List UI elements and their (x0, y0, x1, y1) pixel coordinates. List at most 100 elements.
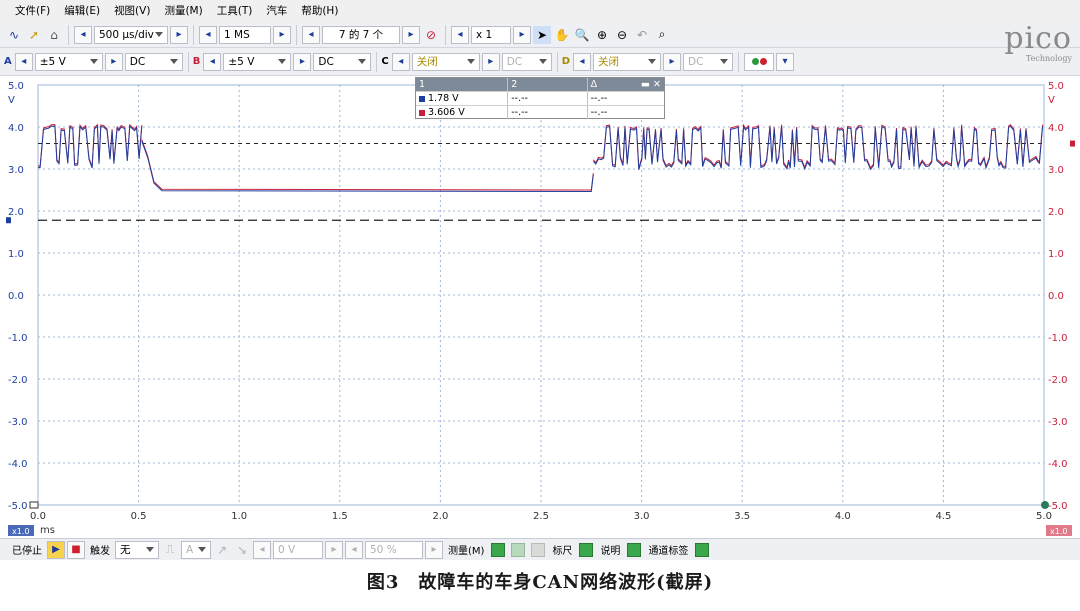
zoom-out-icon[interactable]: ⊖ (613, 26, 631, 44)
pointer-tool-icon[interactable]: ➤ (533, 25, 551, 44)
timebase-prev-button[interactable]: ◂ (74, 25, 92, 44)
y-tick-right-3: 2.0 (1048, 207, 1064, 218)
channel-a-coupling-value: DC (129, 55, 146, 68)
separator (68, 24, 69, 45)
measurements-menu[interactable]: 测量(M) (448, 542, 484, 557)
timebase-next-button[interactable]: ▸ (170, 25, 188, 44)
menu-item-4[interactable]: 工具(T) (210, 0, 260, 22)
buffer-navigator[interactable]: 7 的 7 个 (322, 25, 400, 44)
y-tick-left-6: -1.0 (8, 333, 28, 344)
trigger-label: 触发 (90, 546, 110, 557)
menu-item-6[interactable]: 帮助(H) (294, 0, 345, 22)
channel-d-range-next[interactable]: ▸ (663, 52, 682, 71)
channel-b-coupling[interactable]: DC (313, 52, 372, 71)
buffer-prev-button[interactable]: ◂ (302, 25, 320, 44)
pretrigger-next[interactable]: ▸ (425, 540, 443, 559)
channel-a-coupling[interactable]: DC (124, 52, 183, 71)
ruler-row-b-value1: 3.606 V (416, 106, 509, 119)
origin-marker (29, 501, 39, 509)
x-tick-8: 4.0 (835, 511, 851, 522)
notes-toggle-icon[interactable] (627, 542, 642, 557)
add-measurement-icon[interactable] (491, 542, 506, 557)
red-dot-icon (759, 58, 767, 65)
samples-next-button[interactable]: ▸ (273, 25, 291, 44)
samples-select[interactable]: 1 MS (219, 25, 271, 44)
channel-b-range-prev[interactable]: ◂ (203, 52, 222, 71)
channel-labels-label: 通道标签 (648, 546, 689, 557)
delete-measurement-icon[interactable] (531, 542, 546, 557)
menu-item-2[interactable]: 视图(V) (107, 0, 157, 22)
notes-label: 说明 (600, 546, 621, 557)
rulers-toggle-icon[interactable] (579, 542, 594, 557)
zoom-region-icon[interactable]: 🔍 (573, 26, 591, 44)
separator (445, 24, 446, 45)
zoom-prev-button[interactable]: ◂ (451, 25, 469, 44)
channel-a-range-next[interactable]: ▸ (104, 52, 123, 71)
pretrigger-value: 50 % (370, 543, 397, 556)
channel-d-range-prev[interactable]: ◂ (573, 52, 592, 71)
trigger-level-prev[interactable]: ◂ (253, 540, 271, 559)
ruler-b-level: 3.606 V (428, 107, 465, 118)
timebase-select[interactable]: 500 µs/div (94, 25, 168, 44)
menu-item-1[interactable]: 编辑(E) (57, 0, 107, 22)
undo-zoom-icon[interactable]: ↶ (633, 26, 651, 44)
ruler-row-b-value2: --.-- (508, 106, 588, 119)
rising-edge-icon[interactable]: ↗ (213, 541, 231, 559)
zoom-next-button[interactable]: ▸ (513, 25, 531, 44)
green-dot-icon (751, 58, 759, 65)
trigger-mode-select[interactable]: 无 (115, 540, 159, 559)
menu-item-5[interactable]: 汽车 (259, 0, 294, 22)
edit-measurement-icon[interactable] (511, 542, 526, 557)
start-button[interactable]: ▶ (47, 540, 65, 559)
zoom-select[interactable]: x 1 (471, 25, 511, 44)
pretrigger-prev[interactable]: ◂ (345, 540, 363, 559)
channel-labels-toggle-icon[interactable] (695, 542, 710, 557)
channel-c-range-prev[interactable]: ◂ (391, 52, 410, 71)
logo-name: pico (1004, 21, 1072, 56)
ruler-row-a: 1.78 V --.-- --.-- (416, 91, 664, 105)
ruler-row-a-delta: --.-- (590, 93, 608, 104)
y-tick-left-8: -3.0 (8, 417, 28, 428)
y-tick-left-1: 4.0 (8, 123, 24, 134)
scope-mode-icon[interactable]: ∿ (5, 26, 23, 44)
waveform-plot[interactable]: 5.0 5.0 4.0 4.0 3.0 3.0 2.0 2.0 1.0 1.0 0.0 0.0 -1.0… (0, 77, 1080, 537)
separator (187, 51, 189, 72)
channel-a-swatch (419, 95, 425, 102)
channel-b-range[interactable]: ±5 V (223, 52, 292, 71)
advanced-trigger-icon[interactable]: ⎍ (161, 541, 179, 559)
math-channels-dropdown[interactable]: ▾ (776, 52, 795, 71)
buffer-next-button[interactable]: ▸ (402, 25, 420, 44)
channel-c-range[interactable]: 关闭 (411, 52, 480, 71)
auto-setup-icon[interactable]: ➚ (25, 26, 43, 44)
scope-view[interactable]: 5.0 5.0 4.0 4.0 3.0 3.0 2.0 2.0 1.0 1.0 0.0 0.0 -1.0… (0, 77, 1080, 537)
close-icon[interactable]: ✕ (653, 78, 661, 91)
menu-item-3[interactable]: 测量(M) (157, 0, 209, 22)
stop-button[interactable]: ■ (67, 540, 85, 559)
buffer-overview-icon[interactable]: ⊘ (422, 26, 440, 44)
menu-item-0[interactable]: 文件(F) (8, 0, 57, 22)
falling-edge-icon[interactable]: ↘ (233, 541, 251, 559)
channel-a-range[interactable]: ±5 V (34, 52, 103, 71)
channel-c-coupling[interactable]: DC (501, 52, 552, 71)
ruler-handle-right (1070, 140, 1075, 147)
trigger-level-value: 0 V (278, 543, 296, 556)
trigger-level-field[interactable]: 0 V (273, 540, 323, 559)
trigger-level-next[interactable]: ▸ (325, 540, 343, 559)
channel-d-coupling[interactable]: DC (683, 52, 734, 71)
channel-d-range[interactable]: 关闭 (593, 52, 662, 71)
zoom-in-icon[interactable]: ⊕ (593, 26, 611, 44)
channel-c-range-next[interactable]: ▸ (481, 52, 500, 71)
trigger-channel-select[interactable]: A (181, 540, 211, 559)
channel-c-coupling-value: DC (506, 55, 523, 68)
samples-prev-button[interactable]: ◂ (199, 25, 217, 44)
hand-tool-icon[interactable]: ✋ (553, 26, 571, 44)
pretrigger-field[interactable]: 50 % (365, 540, 423, 559)
zoom-fit-icon[interactable]: ⌕ (653, 26, 671, 44)
y-tick-right-9: -4.0 (1048, 459, 1068, 470)
minimize-icon[interactable]: ▬ (641, 78, 650, 91)
home-icon[interactable]: ⌂ (45, 26, 63, 44)
math-channels-button[interactable] (744, 52, 775, 71)
channel-b-range-next[interactable]: ▸ (293, 52, 312, 71)
channel-a-range-prev[interactable]: ◂ (14, 52, 33, 71)
x-tick-6: 3.0 (634, 511, 650, 522)
